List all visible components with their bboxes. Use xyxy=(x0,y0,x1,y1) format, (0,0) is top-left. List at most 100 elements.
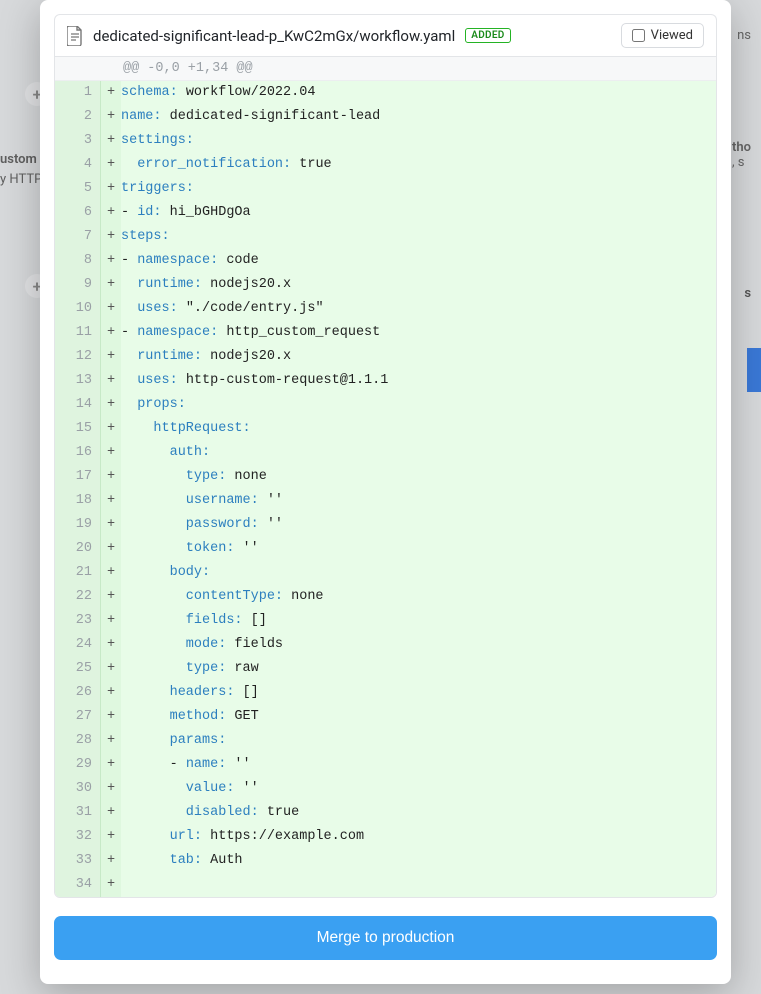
diff-body: 1+schema: workflow/2022.042+name: dedica… xyxy=(55,81,716,897)
code-content: url: https://example.com xyxy=(121,825,716,849)
diff-line: 4+ error_notification: true xyxy=(55,153,716,177)
line-number: 8 xyxy=(55,249,101,273)
add-marker: + xyxy=(101,585,121,609)
hunk-header: @@ -0,0 +1,34 @@ xyxy=(55,57,716,81)
diff-line: 33+ tab: Auth xyxy=(55,849,716,873)
diff-table: @@ -0,0 +1,34 @@ 1+schema: workflow/2022… xyxy=(54,56,717,898)
add-marker: + xyxy=(101,441,121,465)
code-content: disabled: true xyxy=(121,801,716,825)
line-number: 11 xyxy=(55,321,101,345)
add-marker: + xyxy=(101,489,121,513)
code-content: - name: '' xyxy=(121,753,716,777)
code-content: auth: xyxy=(121,441,716,465)
code-content: triggers: xyxy=(121,177,716,201)
add-marker: + xyxy=(101,825,121,849)
code-content: contentType: none xyxy=(121,585,716,609)
diff-line: 26+ headers: [] xyxy=(55,681,716,705)
code-content: params: xyxy=(121,729,716,753)
code-content: headers: [] xyxy=(121,681,716,705)
add-marker: + xyxy=(101,561,121,585)
hunk-text: @@ -0,0 +1,34 @@ xyxy=(121,61,716,76)
line-number: 10 xyxy=(55,297,101,321)
add-marker: + xyxy=(101,177,121,201)
line-number: 16 xyxy=(55,441,101,465)
diff-line: 21+ body: xyxy=(55,561,716,585)
code-content: type: none xyxy=(121,465,716,489)
merge-button[interactable]: Merge to production xyxy=(54,916,717,960)
diff-line: 17+ type: none xyxy=(55,465,716,489)
add-marker: + xyxy=(101,705,121,729)
diff-line: 2+name: dedicated-significant-lead xyxy=(55,105,716,129)
diff-line: 3+settings: xyxy=(55,129,716,153)
line-number: 26 xyxy=(55,681,101,705)
line-number: 34 xyxy=(55,873,101,897)
diff-line: 28+ params: xyxy=(55,729,716,753)
diff-line: 15+ httpRequest: xyxy=(55,417,716,441)
diff-line: 1+schema: workflow/2022.04 xyxy=(55,81,716,105)
code-content: username: '' xyxy=(121,489,716,513)
code-content: fields: [] xyxy=(121,609,716,633)
add-marker: + xyxy=(101,369,121,393)
diff-line: 19+ password: '' xyxy=(55,513,716,537)
add-marker: + xyxy=(101,537,121,561)
diff-line: 18+ username: '' xyxy=(55,489,716,513)
add-marker: + xyxy=(101,753,121,777)
bg-right-1: tho xyxy=(732,140,751,155)
bg-right-2: , s xyxy=(732,155,751,170)
line-number: 25 xyxy=(55,657,101,681)
bg-ns: ns xyxy=(737,28,751,43)
diff-line: 20+ token: '' xyxy=(55,537,716,561)
added-badge: ADDED xyxy=(465,28,510,43)
line-number: 19 xyxy=(55,513,101,537)
modal-body: dedicated-significant-lead-p_KwC2mGx/wor… xyxy=(40,0,731,984)
add-marker: + xyxy=(101,321,121,345)
bg-left-title: ustom xyxy=(0,150,42,170)
code-content: schema: workflow/2022.04 xyxy=(121,81,716,105)
line-number: 28 xyxy=(55,729,101,753)
diff-line: 10+ uses: "./code/entry.js" xyxy=(55,297,716,321)
code-content: mode: fields xyxy=(121,633,716,657)
add-marker: + xyxy=(101,105,121,129)
diff-line: 31+ disabled: true xyxy=(55,801,716,825)
line-number: 1 xyxy=(55,81,101,105)
code-content: type: raw xyxy=(121,657,716,681)
add-marker: + xyxy=(101,729,121,753)
add-marker: + xyxy=(101,297,121,321)
diff-line: 25+ type: raw xyxy=(55,657,716,681)
line-number: 33 xyxy=(55,849,101,873)
diff-line: 9+ runtime: nodejs20.x xyxy=(55,273,716,297)
code-content: uses: http-custom-request@1.1.1 xyxy=(121,369,716,393)
diff-line: 30+ value: '' xyxy=(55,777,716,801)
code-content: httpRequest: xyxy=(121,417,716,441)
code-content: - namespace: code xyxy=(121,249,716,273)
line-number: 14 xyxy=(55,393,101,417)
add-marker: + xyxy=(101,129,121,153)
diff-line: 7+steps: xyxy=(55,225,716,249)
line-number: 32 xyxy=(55,825,101,849)
code-content: error_notification: true xyxy=(121,153,716,177)
diff-line: 16+ auth: xyxy=(55,441,716,465)
code-content: runtime: nodejs20.x xyxy=(121,345,716,369)
line-number: 13 xyxy=(55,369,101,393)
viewed-checkbox[interactable] xyxy=(632,29,645,42)
diff-line: 8+- namespace: code xyxy=(55,249,716,273)
line-number: 17 xyxy=(55,465,101,489)
file-header: dedicated-significant-lead-p_KwC2mGx/wor… xyxy=(54,14,717,56)
line-number: 18 xyxy=(55,489,101,513)
add-marker: + xyxy=(101,657,121,681)
code-content xyxy=(121,873,716,897)
viewed-toggle[interactable]: Viewed xyxy=(621,23,704,48)
code-content: name: dedicated-significant-lead xyxy=(121,105,716,129)
diff-line: 29+ - name: '' xyxy=(55,753,716,777)
line-number: 6 xyxy=(55,201,101,225)
viewed-label: Viewed xyxy=(651,28,693,43)
code-content: - namespace: http_custom_request xyxy=(121,321,716,345)
add-marker: + xyxy=(101,249,121,273)
line-number: 31 xyxy=(55,801,101,825)
line-number: 27 xyxy=(55,705,101,729)
code-content: - id: hi_bGHDgOa xyxy=(121,201,716,225)
diff-line: 27+ method: GET xyxy=(55,705,716,729)
line-number: 15 xyxy=(55,417,101,441)
diff-line: 12+ runtime: nodejs20.x xyxy=(55,345,716,369)
diff-line: 5+triggers: xyxy=(55,177,716,201)
